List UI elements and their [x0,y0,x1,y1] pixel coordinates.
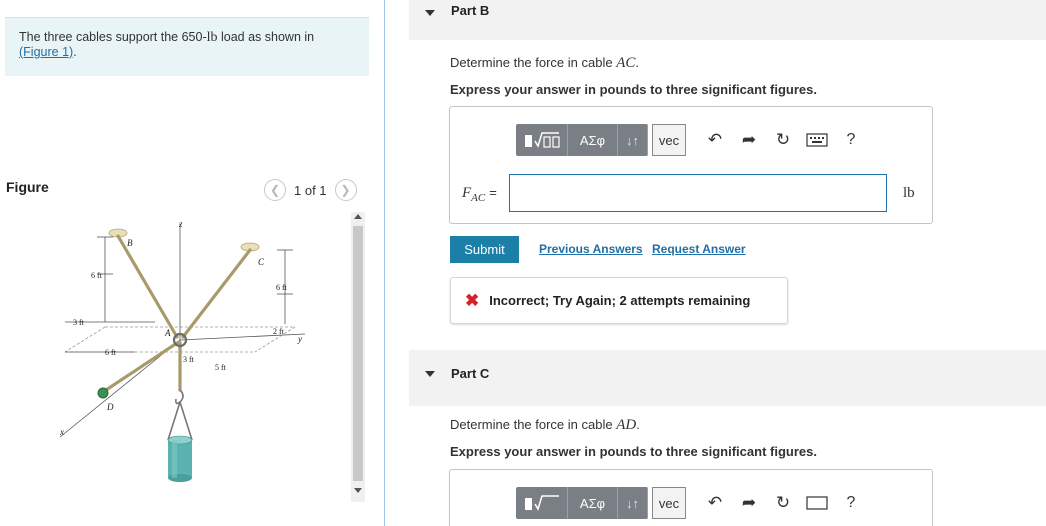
part-b-question: Determine the force in cable AC. [450,55,639,72]
figure-pager: ❮ 1 of 1 ❯ [264,179,357,201]
dim-6ft-left: 6 ft [91,271,103,280]
part-b-question-var: AC [616,55,636,71]
vector-button[interactable]: vec [652,124,686,156]
figure-title: Figure [6,179,49,195]
vector-button[interactable]: vec [652,487,686,519]
math-templates-icon[interactable] [516,487,568,519]
feedback-text: Incorrect; Try Again; 2 attempts remaini… [489,293,751,308]
scroll-up-icon[interactable] [354,214,362,219]
part-b-title: Part B [451,3,490,18]
tool-group: ΑΣφ ↓↑ [516,124,648,156]
figure-scrollbar[interactable] [351,212,365,502]
problem-text-after: load as shown in [217,30,315,44]
label-b: B [127,238,133,248]
dim-5ft: 5 ft [215,363,227,372]
part-b-question-suffix: . [635,55,639,70]
caret-down-icon [425,10,435,16]
figure-image: B C A D z y x 6 ft 6 ft 3 ft 2 ft 6 ft 3… [5,212,350,512]
dim-3ft-bottom: 3 ft [183,355,195,364]
figure-link[interactable]: (Figure 1) [19,45,73,59]
undo-icon[interactable]: ↶ [698,124,732,156]
weight-cylinder [167,435,193,482]
problem-statement: The three cables support the 650-lb load… [5,17,369,76]
label-y: y [297,334,302,344]
subscript-superscript-button[interactable]: ↓↑ [618,124,648,156]
part-c-question-prefix: Determine the force in cable [450,417,617,432]
math-toolbar: ΑΣφ ↓↑ vec ↶ ➦ ↻ ? [516,124,868,156]
fac-var: F [462,185,472,201]
label-c: C [258,257,265,267]
part-c-question-var: AD [616,417,637,433]
fac-unit: lb [903,185,915,201]
part-c-instruction: Express your answer in pounds to three s… [450,444,817,459]
label-a: A [164,328,171,338]
label-d: D [106,402,114,412]
part-c-answer-box: ΑΣφ ↓↑ vec ↶ ➦ ↻ ? [449,469,933,526]
part-c-question: Determine the force in cable AD. [450,417,640,434]
part-c-header[interactable]: Part C [409,350,1046,406]
undo-icon[interactable]: ↶ [698,487,732,519]
dim-6ft-right: 6 ft [276,283,288,292]
part-c-title: Part C [451,366,490,381]
chevron-left-icon[interactable]: ❮ [264,179,286,201]
problem-text-before: The three cables support the 650- [19,30,207,44]
dim-3ft-left: 3 ft [73,318,85,327]
previous-answers-link[interactable]: Previous Answers [539,242,643,256]
subscript-superscript-button[interactable]: ↓↑ [618,487,648,519]
keyboard-icon[interactable] [800,124,834,156]
part-b-header[interactable]: Part B [409,0,1046,40]
greek-symbols-button[interactable]: ΑΣφ [568,124,618,156]
dim-6ft-bottom: 6 ft [105,348,117,357]
fac-label: FAC = [462,185,497,204]
label-z: z [178,219,183,229]
part-b-answer-box: ΑΣφ ↓↑ vec ↶ ➦ ↻ ? FAC = lb [449,106,933,224]
left-panel: The three cables support the 650-lb load… [0,0,385,526]
fac-eq: = [489,185,497,200]
redo-icon[interactable]: ➦ [732,124,766,156]
help-button[interactable]: ? [834,124,868,156]
scroll-down-icon[interactable] [354,488,362,493]
scroll-thumb[interactable] [353,226,363,481]
keyboard-icon[interactable] [800,487,834,519]
math-templates-icon[interactable] [516,124,568,156]
label-x: x [59,427,64,437]
reset-icon[interactable]: ↻ [766,124,800,156]
reset-icon[interactable]: ↻ [766,487,800,519]
cable-diagram: B C A D z y x 6 ft 6 ft 3 ft 2 ft 6 ft 3… [59,219,306,482]
part-c-question-suffix: . [636,417,640,432]
submit-button[interactable]: Submit [450,236,519,263]
request-answer-link[interactable]: Request Answer [652,242,746,256]
help-button[interactable]: ? [834,487,868,519]
error-x-icon: ✖ [465,290,480,310]
part-b-instruction: Express your answer in pounds to three s… [450,82,817,97]
fac-answer-input[interactable] [509,174,887,212]
feedback-message: ✖ Incorrect; Try Again; 2 attempts remai… [450,277,788,324]
part-b-question-prefix: Determine the force in cable [450,55,617,70]
problem-period: . [73,45,77,59]
redo-icon[interactable]: ➦ [732,487,766,519]
tool-group-c: ΑΣφ ↓↑ [516,487,648,519]
fac-sub: AC [471,192,486,204]
math-toolbar-c: ΑΣφ ↓↑ vec ↶ ➦ ↻ ? [516,487,868,519]
pager-text: 1 of 1 [294,182,327,198]
greek-symbols-button[interactable]: ΑΣφ [568,487,618,519]
dim-2ft: 2 ft [273,327,285,336]
caret-down-icon [425,371,435,377]
chevron-right-icon[interactable]: ❯ [334,179,357,201]
problem-unit: lb [206,30,218,45]
panel-divider[interactable] [384,0,385,526]
